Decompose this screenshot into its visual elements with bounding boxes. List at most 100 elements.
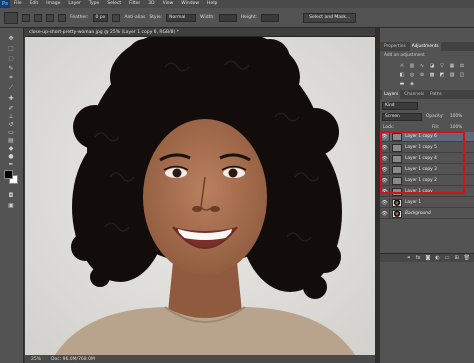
opacity-label: Opacity: [426,114,444,119]
menu-help[interactable]: Help [203,0,221,8]
marquee-tool-icon[interactable]: ⬚ [5,44,17,52]
selective-color-icon[interactable]: ◈ [408,80,416,87]
feather-input[interactable]: 0 px [92,13,109,22]
menu-layer[interactable]: Layer [64,0,85,8]
document-canvas[interactable] [25,37,375,355]
subtract-selection-icon[interactable] [46,13,54,22]
tab-adjustments[interactable]: Adjustments [409,42,441,51]
posterize-icon[interactable]: ▨ [448,71,456,78]
panels-dock: Properties Adjustments Add an adjustment… [380,28,474,363]
tab-paths[interactable]: Paths [428,90,444,99]
menu-window[interactable]: Window [177,0,203,8]
adjustment-icons: ☼ ▥ ∿ ◪ ▽ ▦ ⚖ ◧ ◎ ⊚ ▩ ◩ ▨ ◫ ▬ ◈ [398,62,468,87]
layer-name: Background [405,211,431,216]
menu-filter[interactable]: Filter [125,0,144,8]
visibility-eye-icon[interactable]: 👁 [380,208,390,219]
select-and-mask-button[interactable]: Select and Mask... [303,12,357,23]
photoshop-logo: Ps [0,0,10,8]
vibrance-icon[interactable]: ▽ [438,62,446,69]
threshold-icon[interactable]: ◫ [458,71,466,78]
add-mask-icon[interactable]: ◙ [425,255,430,261]
height-label: Height: [240,15,258,20]
highlight-outline [380,131,465,194]
hue-icon[interactable]: ▦ [448,62,456,69]
menu-file[interactable]: File [10,0,26,8]
menu-select[interactable]: Select [103,0,125,8]
menu-bar: Ps File Edit Image Layer Type Select Fil… [0,0,474,8]
layer-row[interactable]: 👁 Layer 1 [380,197,474,208]
layer-row[interactable]: 👁 Background [380,208,474,219]
antialias-label: Anti-alias [124,15,146,20]
tool-preset-picker[interactable] [4,11,18,24]
delete-layer-icon[interactable]: 🗑 [464,255,470,261]
tools-panel: ✥ ⬚ ◌ ✎ ⌗ ⟋ ✚ ✐ ⊥ ↺ ▭ ▤ ◆ ● ✒ ◘ ▣ [0,28,24,363]
curves-icon[interactable]: ∿ [418,62,426,69]
crop-tool-icon[interactable]: ⌗ [5,74,17,82]
width-label: Width: [200,15,215,20]
dodge-tool-icon[interactable]: ● [5,152,17,160]
add-selection-icon[interactable] [34,13,42,22]
layer-name: Layer 1 [405,200,422,205]
clone-stamp-tool-icon[interactable]: ⊥ [5,112,17,120]
zoom-level[interactable]: 25% [31,357,41,362]
new-group-icon[interactable]: ▭ [445,255,450,261]
exposure-icon[interactable]: ◪ [428,62,436,69]
balance-icon[interactable]: ⚖ [458,62,466,69]
new-layer-icon[interactable]: ⊞ [454,255,458,261]
height-input[interactable] [261,13,280,22]
tab-layers[interactable]: Layers [382,90,401,99]
bw-icon[interactable]: ◧ [398,71,406,78]
adjustments-subtitle: Add an adjustment [384,53,425,58]
eyedropper-tool-icon[interactable]: ⟋ [5,84,17,92]
invert-icon[interactable]: ◩ [438,71,446,78]
photo-filter-icon[interactable]: ◎ [408,71,416,78]
intersect-selection-icon[interactable] [58,13,66,22]
lasso-tool-icon[interactable]: ◌ [5,54,17,62]
layer-style-icon[interactable]: fx [416,255,421,261]
width-input[interactable] [218,13,237,22]
channel-mixer-icon[interactable]: ⊚ [418,71,426,78]
layer-thumbnail [392,198,402,207]
move-tool-icon[interactable]: ✥ [5,34,17,42]
antialias-checkbox[interactable] [112,13,121,22]
style-label: Style: [149,15,163,20]
menu-view[interactable]: View [159,0,178,8]
history-brush-tool-icon[interactable]: ↺ [5,120,17,128]
menu-edit[interactable]: Edit [26,0,43,8]
document-size: Doc: 96.0M/768.0M [51,356,95,362]
layer-thumbnail [392,209,402,218]
adjustments-panel-tabs: Properties Adjustments [380,42,474,51]
brightness-icon[interactable]: ☼ [398,62,406,69]
pen-tool-icon[interactable]: ✒ [5,160,17,168]
gradient-tool-icon[interactable]: ▤ [5,136,17,144]
new-selection-icon[interactable] [22,13,30,22]
layer-filter-kind[interactable]: Kind [382,102,418,110]
menu-image[interactable]: Image [42,0,64,8]
menu-3d[interactable]: 3D [144,0,158,8]
blend-mode-select[interactable]: Screen [382,113,422,121]
layers-panel-footer: ⚭ fx ◙ ◐ ▭ ⊞ 🗑 [380,253,474,262]
foreground-color-swatch[interactable] [4,170,13,179]
tab-properties[interactable]: Properties [382,42,408,51]
options-bar: Feather: 0 px Anti-alias Style: Normal W… [0,8,474,28]
quick-mask-icon[interactable]: ◘ [5,191,17,199]
brush-tool-icon[interactable]: ✐ [5,104,17,112]
screen-mode-icon[interactable]: ▣ [5,201,17,209]
levels-icon[interactable]: ▥ [408,62,416,69]
feather-label: Feather: [70,15,89,20]
tab-channels[interactable]: Channels [402,90,426,99]
gradient-map-icon[interactable]: ▬ [398,80,406,87]
style-select[interactable]: Normal [166,13,197,22]
layers-panel-tabs: Layers Channels Paths [380,90,474,99]
blur-tool-icon[interactable]: ◆ [5,144,17,152]
visibility-eye-icon[interactable]: 👁 [380,197,390,208]
document-tab[interactable]: close-up-short-pretty-woman.jpg @ 25% (L… [25,28,375,37]
lookup-icon[interactable]: ▩ [428,71,436,78]
new-adjustment-icon[interactable]: ◐ [435,255,439,261]
eraser-tool-icon[interactable]: ▭ [5,128,17,136]
opacity-value[interactable]: 100% [450,113,462,121]
healing-tool-icon[interactable]: ✚ [5,94,17,102]
link-layers-icon[interactable]: ⚭ [407,255,411,261]
quick-select-tool-icon[interactable]: ✎ [5,64,17,72]
menu-type[interactable]: Type [85,0,103,8]
